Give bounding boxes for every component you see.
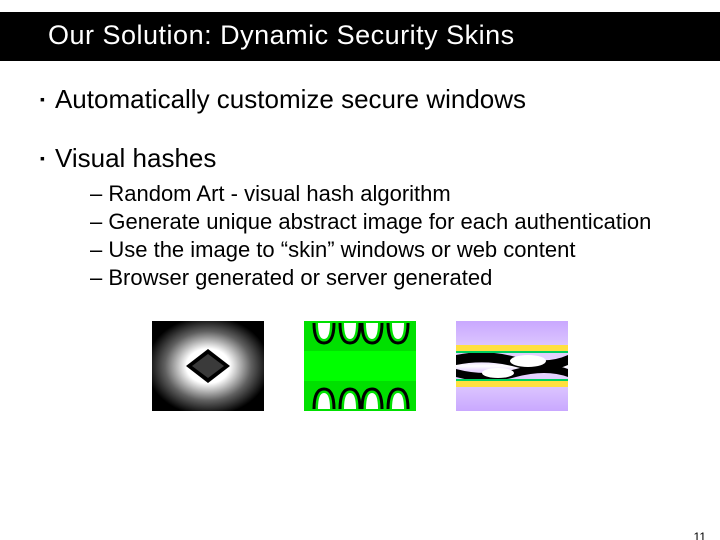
- page-number: 11: [694, 530, 706, 540]
- visual-hash-image-1: [152, 321, 264, 411]
- image-row: [40, 321, 680, 411]
- visual-hash-image-2: [304, 321, 416, 411]
- sub-bullet-item: – Browser generated or server generated: [90, 264, 680, 292]
- random-art-icon: [304, 321, 416, 411]
- sub-bullet-list: – Random Art - visual hash algorithm – G…: [90, 180, 680, 293]
- bullet-item: ▪ Visual hashes: [40, 142, 680, 175]
- random-art-icon: [152, 321, 264, 411]
- random-art-icon: [456, 321, 568, 411]
- visual-hash-image-3: [456, 321, 568, 411]
- sub-bullet-item: – Generate unique abstract image for eac…: [90, 208, 680, 236]
- slide: Our Solution: Dynamic Security Skins ▪ A…: [0, 12, 720, 540]
- bullet-item: ▪ Automatically customize secure windows: [40, 83, 680, 116]
- sub-bullet-item: – Random Art - visual hash algorithm: [90, 180, 680, 208]
- slide-title: Our Solution: Dynamic Security Skins: [0, 20, 720, 51]
- bullet-text: Visual hashes: [55, 142, 216, 175]
- slide-content: ▪ Automatically customize secure windows…: [0, 61, 720, 411]
- sub-bullet-item: – Use the image to “skin” windows or web…: [90, 236, 680, 264]
- bullet-marker-icon: ▪: [40, 150, 45, 166]
- title-bar: Our Solution: Dynamic Security Skins: [0, 12, 720, 61]
- bullet-text: Automatically customize secure windows: [55, 83, 526, 116]
- bullet-marker-icon: ▪: [40, 91, 45, 107]
